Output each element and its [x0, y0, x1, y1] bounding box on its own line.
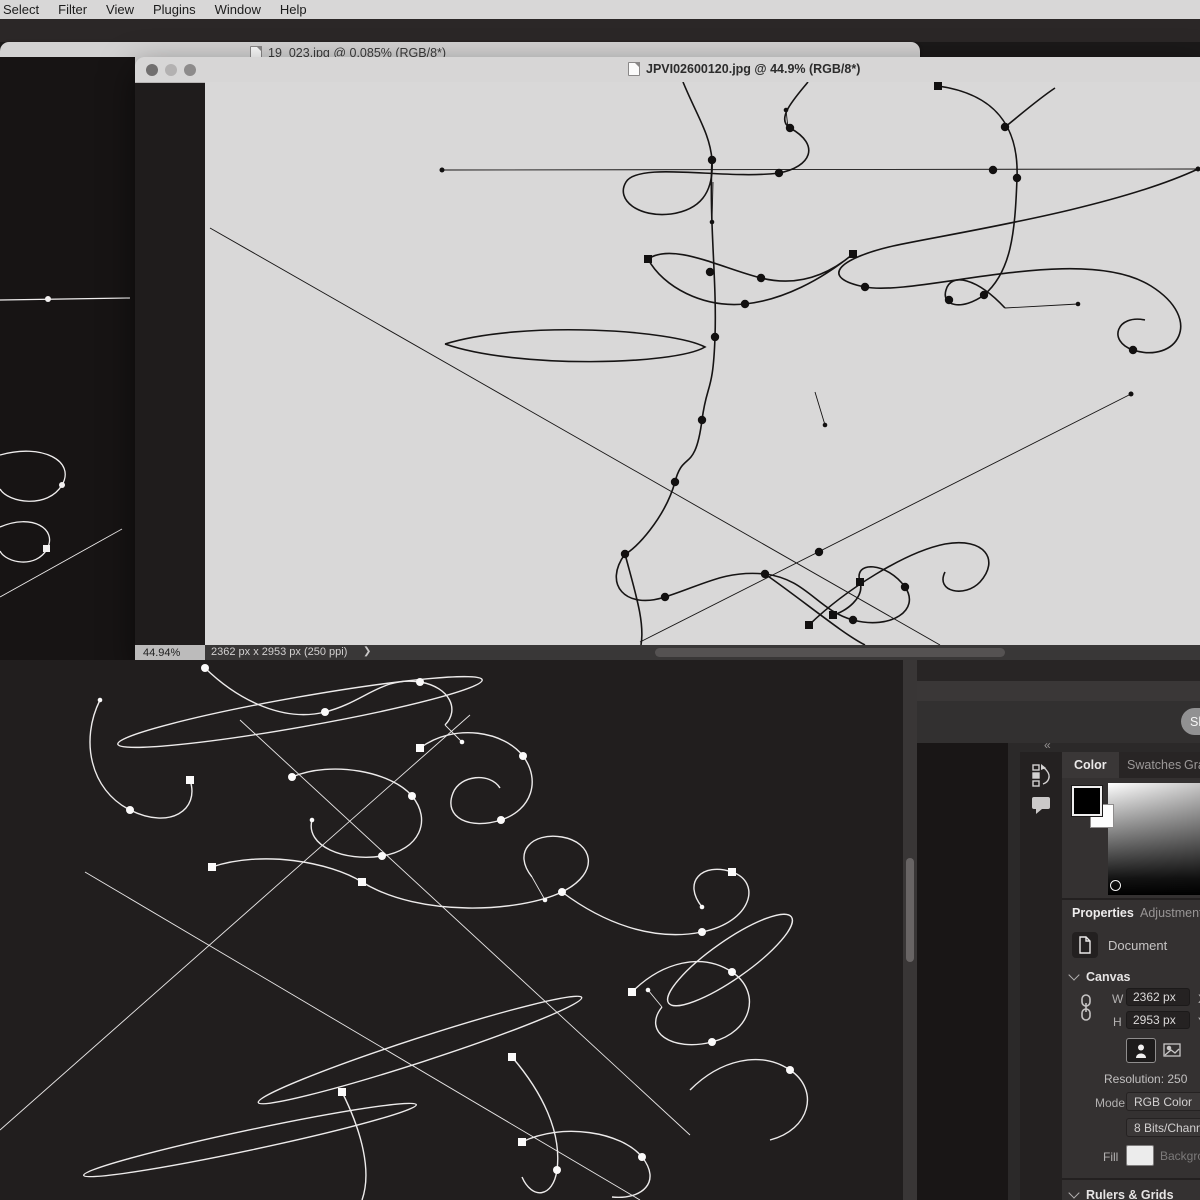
screen: Select Filter View Plugins Window Help 1… [0, 0, 1200, 1200]
link-dimensions-icon[interactable] [1078, 994, 1094, 1024]
fill-swatch[interactable] [1126, 1145, 1154, 1166]
properties-panel: Properties Adjustments Document Canvas [1062, 898, 1200, 1200]
document-icon [628, 62, 640, 76]
canvas-height-input[interactable] [1126, 1011, 1190, 1029]
fill-label: Fill [1103, 1150, 1118, 1164]
canvas-width-input[interactable] [1126, 988, 1190, 1006]
tab-color[interactable]: Color [1062, 752, 1119, 778]
front-window-title: JPVI02600120.jpg @ 44.9% (RGB/8*) [646, 62, 860, 76]
close-icon[interactable] [146, 64, 158, 76]
path-artwork-dark [0, 660, 903, 1200]
panel-group: Color Swatches Gradients Properties Adju… [1062, 752, 1200, 1200]
path-artwork-front [205, 82, 1200, 645]
bit-depth-select[interactable]: 8 Bits/Channel [1126, 1118, 1200, 1137]
vertical-scrollbar[interactable] [903, 660, 917, 1200]
menu-item-view[interactable]: View [106, 2, 134, 17]
pasteboard [135, 83, 205, 645]
menu-item-plugins[interactable]: Plugins [153, 2, 196, 17]
menu-bar: Select Filter View Plugins Window Help [0, 0, 1200, 19]
vertical-scrollbar-thumb[interactable] [906, 858, 914, 962]
document-type-icon [1072, 932, 1098, 958]
fill-value[interactable]: Background [1160, 1149, 1200, 1163]
color-panel [1062, 778, 1200, 898]
horizontal-scrollbar[interactable] [655, 648, 1005, 657]
document-tab-bar [917, 681, 1200, 701]
front-window-titlebar[interactable]: JPVI02600120.jpg @ 44.9% (RGB/8*) [135, 57, 1200, 83]
menu-item-help[interactable]: Help [280, 2, 307, 17]
app-frame-band [0, 19, 1200, 42]
document-canvas-light[interactable] [205, 82, 1200, 645]
panel-icon-column [1020, 752, 1062, 1200]
canvas-section-header[interactable]: Canvas [1070, 970, 1130, 984]
menu-item-select[interactable]: Select [3, 2, 39, 17]
orientation-landscape-button[interactable] [1158, 1038, 1186, 1061]
options-bar [917, 701, 1200, 743]
rulers-grids-section-header[interactable]: Rulers & Grids [1070, 1188, 1174, 1200]
color-mode-select[interactable]: RGB Color [1126, 1092, 1200, 1111]
mode-label: Mode [1095, 1096, 1125, 1110]
front-window: JPVI02600120.jpg @ 44.9% (RGB/8*) [135, 57, 1200, 660]
color-panel-tabbar: Color Swatches Gradients [1062, 752, 1200, 778]
tab-gradients[interactable]: Gradients [1172, 752, 1200, 778]
app-chrome-band [917, 660, 1200, 681]
foreground-color-swatch[interactable] [1072, 786, 1102, 816]
color-picker-ramp[interactable] [1108, 783, 1200, 895]
menu-item-window[interactable]: Window [215, 2, 261, 17]
status-chevron-icon[interactable]: ❯ [363, 646, 371, 657]
collapse-panels-icon[interactable]: « [1044, 738, 1050, 752]
height-label: H [1113, 1015, 1122, 1029]
document-row-label: Document [1108, 938, 1167, 953]
menu-item-filter[interactable]: Filter [58, 2, 87, 17]
resolution-text: Resolution: 250 [1104, 1072, 1187, 1086]
zoom-window-icon[interactable] [184, 64, 196, 76]
chevron-down-icon [1068, 1187, 1079, 1198]
color-cursor-ring[interactable] [1110, 880, 1121, 891]
path-artwork-left [0, 57, 135, 660]
comments-panel-icon[interactable] [1031, 796, 1053, 816]
back-window-canvas-strip[interactable] [0, 57, 135, 660]
document-dimensions[interactable]: 2362 px x 2953 px (250 ppi) [211, 646, 347, 658]
document-canvas-dark[interactable] [0, 660, 903, 1200]
zoom-level-field[interactable]: 44.94% [135, 645, 205, 660]
orientation-portrait-button[interactable] [1126, 1038, 1156, 1063]
history-panel-icon[interactable] [1031, 764, 1053, 788]
chevron-down-icon [1068, 969, 1079, 980]
properties-tabbar: Properties Adjustments [1062, 900, 1200, 925]
tab-adjustments[interactable]: Adjustments [1140, 900, 1200, 925]
width-label: W [1112, 992, 1123, 1006]
minimize-icon[interactable] [165, 64, 177, 76]
tab-properties[interactable]: Properties [1072, 900, 1134, 925]
front-status-bar: 44.94% 2362 px x 2953 px (250 ppi) ❯ [135, 645, 1200, 660]
divider [1062, 1178, 1200, 1180]
